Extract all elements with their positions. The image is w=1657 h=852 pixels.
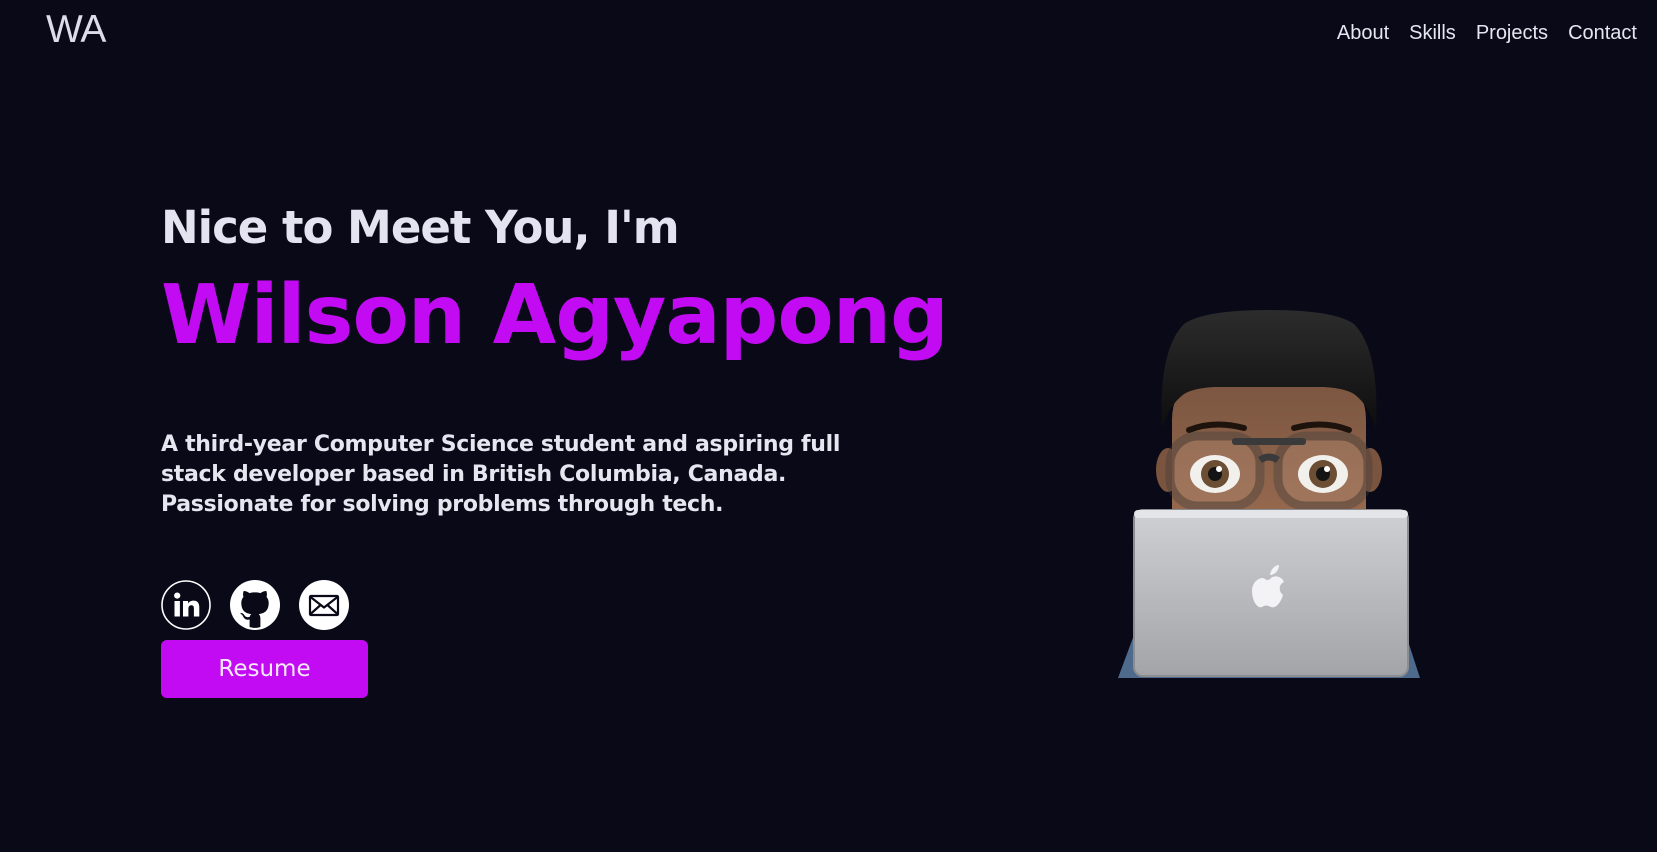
memoji-avatar-image	[1118, 310, 1420, 678]
email-link[interactable]	[299, 580, 349, 630]
github-link[interactable]	[230, 580, 280, 630]
nav-link-skills[interactable]: Skills	[1409, 22, 1456, 45]
hero-name: Wilson Agyapong	[161, 268, 949, 363]
mail-icon	[299, 580, 349, 630]
nav-link-projects[interactable]: Projects	[1476, 22, 1548, 45]
nav-link-contact[interactable]: Contact	[1568, 22, 1637, 45]
linkedin-icon	[161, 580, 211, 630]
logo-link[interactable]: WA	[46, 8, 106, 52]
github-icon	[230, 580, 280, 630]
hero-greeting: Nice to Meet You, I'm	[161, 201, 680, 254]
nav-link-about[interactable]: About	[1337, 22, 1389, 45]
resume-button[interactable]: Resume	[161, 640, 368, 698]
main-nav: About Skills Projects Contact	[1337, 22, 1637, 45]
hero-intro: A third-year Computer Science student an…	[161, 432, 841, 517]
linkedin-link[interactable]	[161, 580, 211, 630]
social-links	[161, 580, 349, 630]
hero-section: Nice to Meet You, I'm Wilson Agyapong A …	[161, 196, 949, 520]
